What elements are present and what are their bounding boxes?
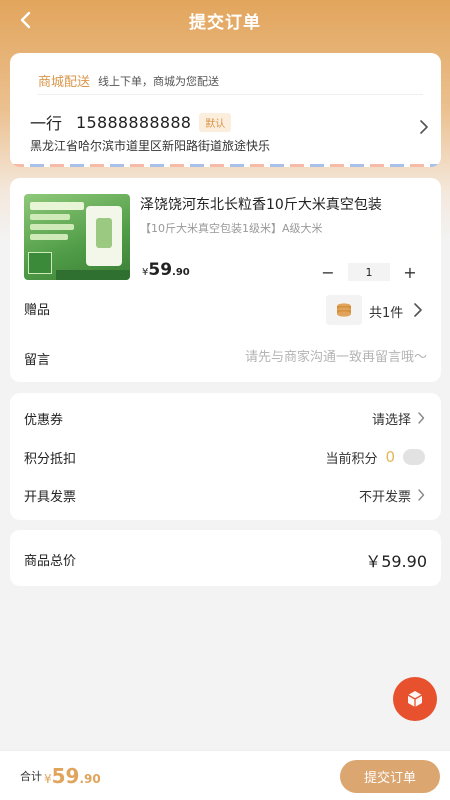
price-decimal: .90 [172, 267, 190, 278]
sum-price: ¥59.90 [44, 764, 101, 788]
gift-row[interactable]: 赠品 共1件 [24, 295, 427, 329]
message-row: 留言 [24, 346, 427, 370]
sum-currency: ¥ [44, 771, 52, 786]
total-label: 商品总价 [24, 554, 77, 569]
product-card: 泽饶饶河东北长粒香10斤大米真空包装 【10斤大米真空包装1级米】A级大米 ¥5… [10, 178, 441, 382]
floating-cube-button[interactable] [393, 677, 437, 721]
coupon-row[interactable]: 优惠券 请选择 [24, 407, 425, 429]
gift-count: 共1件 [369, 306, 404, 321]
price-integer: 59 [148, 260, 173, 280]
sum-label: 合计 [20, 769, 42, 783]
product-spec: 【10斤大米真空包装1级米】A级大米 [140, 222, 323, 235]
chevron-right-icon[interactable] [413, 303, 423, 317]
coupon-label: 优惠券 [24, 412, 64, 428]
gift-label: 赠品 [24, 303, 51, 318]
chevron-right-icon [418, 412, 425, 424]
order-options-card: 优惠券 请选择 积分抵扣 当前积分 0 开具发票 不开发票 [10, 393, 441, 520]
product-price: ¥59.90 [142, 260, 190, 280]
decrease-button[interactable]: − [318, 262, 338, 282]
points-value: 0 [385, 448, 395, 466]
message-label: 留言 [24, 353, 51, 368]
points-text: 当前积分 [325, 451, 378, 467]
recipient-row: 一行 15888888888 默认 [30, 110, 232, 134]
submit-order-button[interactable]: 提交订单 [340, 760, 440, 793]
delivery-hint: 线上下单，商城为您配送 [98, 74, 220, 88]
total-amount: ￥59.90 [365, 552, 427, 571]
coin-stack-icon [337, 303, 351, 317]
invoice-value: 不开发票 [358, 489, 411, 505]
product-image[interactable] [24, 194, 130, 280]
increase-button[interactable]: + [400, 262, 420, 282]
quantity-stepper: − 1 + [318, 262, 420, 282]
chevron-left-icon [20, 11, 31, 29]
message-input[interactable] [177, 346, 427, 368]
points-label: 积分抵扣 [24, 451, 77, 467]
recipient-phone: 15888888888 [76, 112, 192, 132]
address-card[interactable]: 商城配送 线上下单，商城为您配送 一行 15888888888 默认 黑龙江省哈… [10, 53, 441, 167]
invoice-label: 开具发票 [24, 489, 77, 505]
default-badge: 默认 [199, 112, 232, 132]
checkout-bar: 合计 ¥59.90 提交订单 [0, 750, 450, 800]
product-name[interactable]: 泽饶饶河东北长粒香10斤大米真空包装 [140, 194, 420, 214]
sum-integer: 59 [51, 763, 80, 788]
recipient-name: 一行 [30, 114, 63, 133]
quantity-field[interactable]: 1 [348, 263, 390, 281]
gift-thumbnail[interactable] [326, 295, 362, 325]
coupon-value: 请选择 [371, 412, 411, 428]
invoice-row[interactable]: 开具发票 不开发票 [24, 484, 425, 506]
points-row: 积分抵扣 当前积分 0 [24, 446, 425, 468]
points-toggle[interactable] [403, 449, 425, 465]
delivery-method-label[interactable]: 商城配送 [38, 71, 90, 90]
total-card: 商品总价 ￥59.90 [10, 530, 441, 586]
cube-icon [407, 691, 423, 707]
chevron-right-icon[interactable] [419, 120, 429, 134]
chevron-right-icon [418, 489, 425, 501]
delivery-row: 商城配送 线上下单，商城为您配送 [38, 67, 423, 95]
sum-decimal: .90 [79, 771, 101, 786]
nav-bar: 提交订单 [0, 0, 450, 40]
address-detail: 黑龙江省哈尔滨市道里区新阳路街道旅途快乐 [30, 139, 271, 153]
address-stripe-divider [10, 164, 441, 167]
page-title: 提交订单 [189, 12, 261, 33]
back-button[interactable] [14, 8, 38, 32]
